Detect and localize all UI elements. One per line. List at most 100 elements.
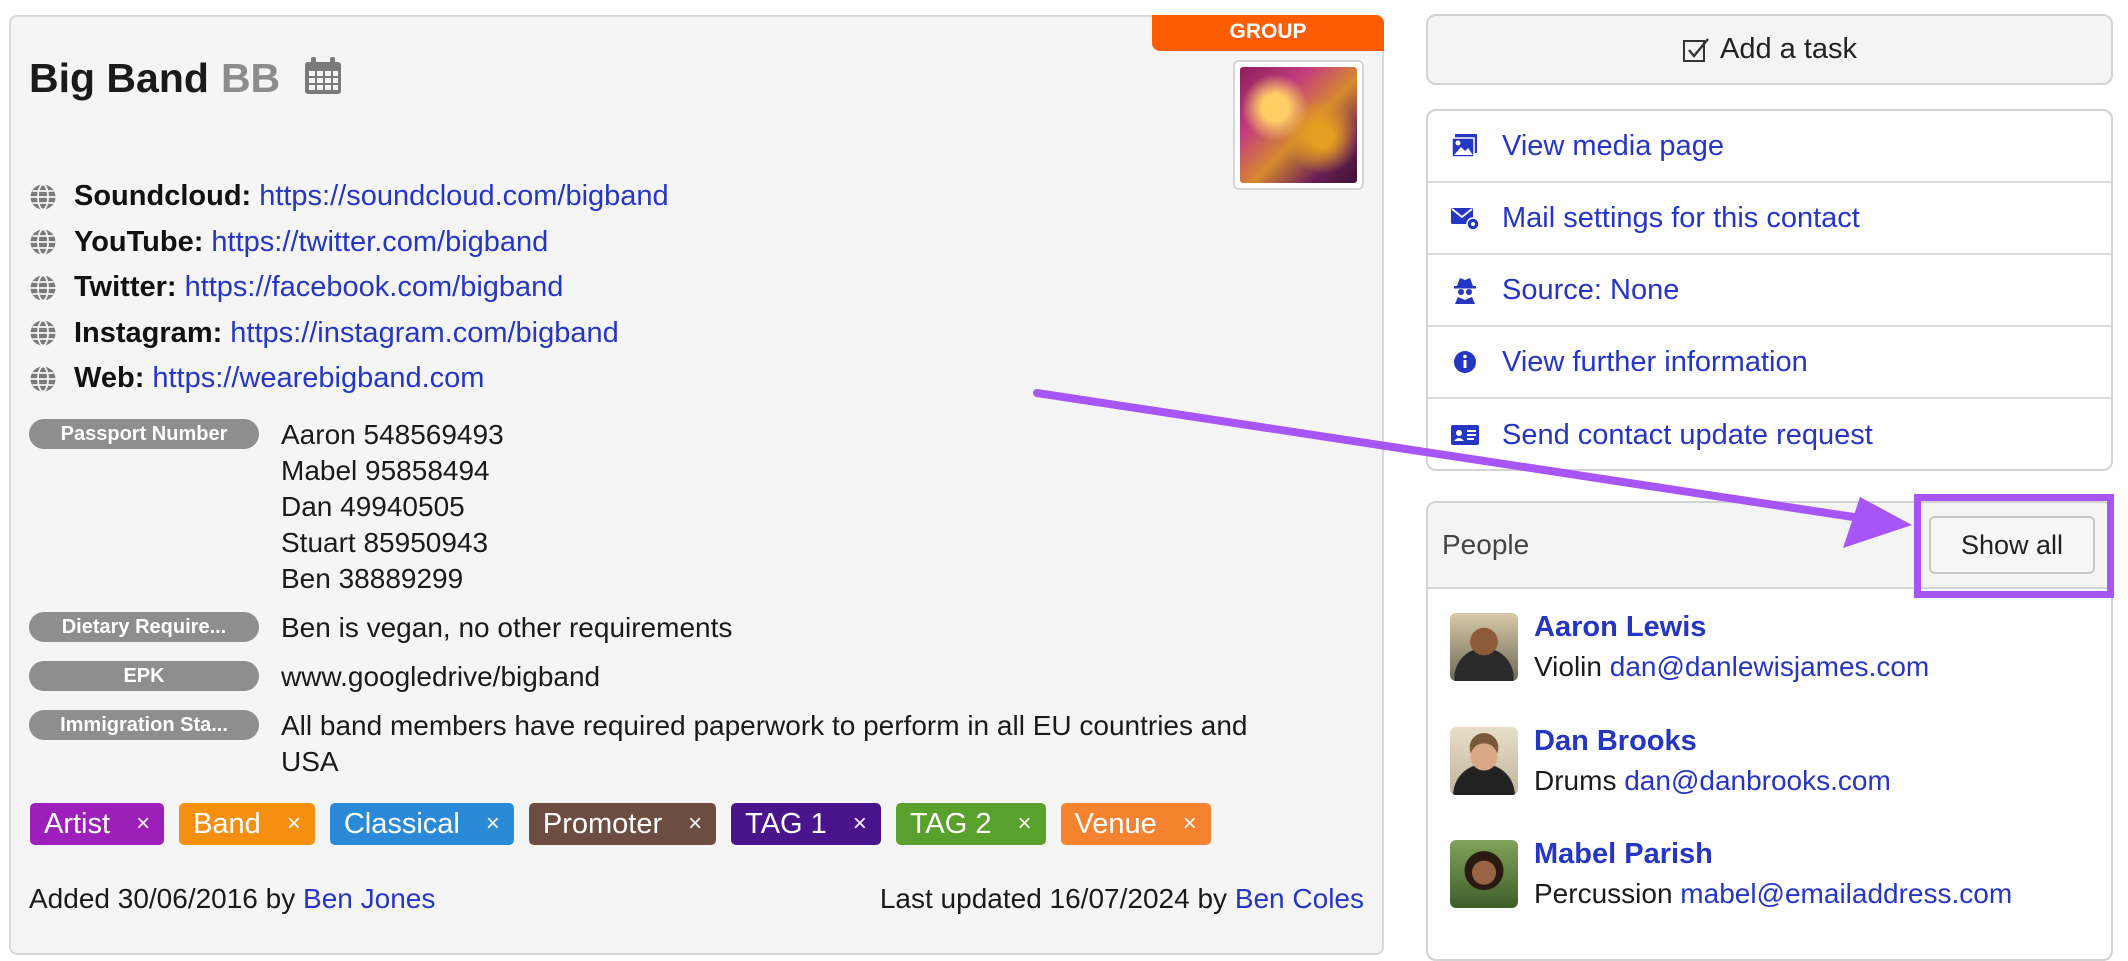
- remove-tag-icon[interactable]: ×: [1017, 810, 1031, 838]
- tag-promoter[interactable]: Promoter ×: [528, 803, 717, 845]
- globe-icon: [30, 183, 56, 211]
- person-name-link[interactable]: Dan Brooks: [1534, 721, 1891, 761]
- field-epk: EPK www.googledrive/bigband: [29, 659, 1369, 695]
- remove-tag-icon[interactable]: ×: [136, 810, 150, 838]
- immigration-line: USA: [281, 746, 339, 777]
- link-label: Web:: [74, 362, 145, 395]
- menu-item-label: View media page: [1502, 129, 1724, 162]
- link-row-twitter: Twitter: https://facebook.com/bigband: [29, 265, 669, 311]
- tag-tag1[interactable]: TAG 1 ×: [731, 803, 881, 845]
- globe-icon: [30, 228, 56, 256]
- title-row: Big Band BB: [29, 55, 344, 102]
- passport-entry: Stuart 85950943: [281, 527, 489, 558]
- menu-item-label: Source: None: [1502, 273, 1680, 306]
- person-email-link[interactable]: dan@danbrooks.com: [1624, 765, 1891, 796]
- tag-label: Band: [193, 807, 261, 840]
- globe-icon: [30, 365, 56, 393]
- contact-name: Big Band: [29, 55, 209, 101]
- custom-fields: Passport Number Aaron 548569493 Mabel 95…: [29, 417, 1369, 793]
- person-name-link[interactable]: Mabel Parish: [1534, 834, 2012, 874]
- passport-entry: Dan 49940505: [281, 491, 465, 522]
- menu-view-media-page[interactable]: View media page: [1428, 111, 2111, 183]
- avatar[interactable]: [1450, 613, 1518, 681]
- people-title: People: [1442, 529, 1530, 560]
- menu-source[interactable]: Source: None: [1428, 255, 2111, 327]
- field-value-epk: www.googledrive/bigband: [281, 661, 601, 692]
- person-item: Mabel Parish Percussion mabel@emailaddre…: [1450, 834, 2012, 914]
- tag-label: TAG 2: [909, 807, 992, 840]
- twitter-link[interactable]: https://facebook.com/bigband: [185, 271, 564, 304]
- link-label: Twitter:: [74, 271, 177, 304]
- remove-tag-icon[interactable]: ×: [486, 810, 500, 838]
- spy-icon: [1450, 276, 1480, 304]
- calendar-icon[interactable]: [302, 55, 344, 102]
- avatar[interactable]: [1450, 727, 1518, 795]
- remove-tag-icon[interactable]: ×: [688, 810, 702, 838]
- tag-band[interactable]: Band ×: [179, 803, 315, 845]
- person-item: Aaron Lewis Violin dan@danlewisjames.com: [1450, 607, 1929, 687]
- avatar[interactable]: [1450, 840, 1518, 908]
- link-row-instagram: Instagram: https://instagram.com/bigband: [29, 311, 669, 357]
- link-row-youtube: YouTube: https://twitter.com/bigband: [29, 220, 669, 266]
- field-value-passport: Aaron 548569493 Mabel 95858494 Dan 49940…: [281, 417, 504, 597]
- menu-item-label: View further information: [1502, 345, 1808, 378]
- contact-card: GROUP Big Band BB Soundcloud: https://so…: [9, 15, 1384, 955]
- menu-view-further-information[interactable]: View further information: [1428, 327, 2111, 399]
- added-by-link[interactable]: Ben Jones: [303, 883, 435, 914]
- tag-artist[interactable]: Artist ×: [30, 803, 165, 845]
- field-passport: Passport Number Aaron 548569493 Mabel 95…: [29, 417, 1369, 597]
- tag-venue[interactable]: Venue ×: [1060, 803, 1211, 845]
- added-info: Added 30/06/2016 by Ben Jones: [29, 883, 435, 915]
- web-link[interactable]: https://wearebigband.com: [152, 362, 484, 395]
- mail-settings-icon: [1450, 205, 1480, 231]
- image-icon: [1450, 133, 1480, 159]
- remove-tag-icon[interactable]: ×: [287, 810, 301, 838]
- globe-icon: [30, 274, 56, 302]
- instagram-link[interactable]: https://instagram.com/bigband: [230, 317, 618, 350]
- immigration-line: All band members have required paperwork…: [281, 710, 1248, 741]
- menu-mail-settings[interactable]: Mail settings for this contact: [1428, 183, 2111, 255]
- person-email-link[interactable]: mabel@emailaddress.com: [1680, 878, 2012, 909]
- person-name-link[interactable]: Aaron Lewis: [1534, 607, 1929, 647]
- contact-photo[interactable]: [1233, 60, 1364, 190]
- remove-tag-icon[interactable]: ×: [1183, 810, 1197, 838]
- person-email-link[interactable]: dan@danlewisjames.com: [1610, 651, 1929, 682]
- globe-icon: [30, 319, 56, 347]
- tag-tag2[interactable]: TAG 2 ×: [895, 803, 1046, 845]
- menu-send-update-request[interactable]: Send contact update request: [1428, 399, 2111, 469]
- person-details: Drums dan@danbrooks.com: [1534, 761, 1891, 801]
- added-text: Added 30/06/2016 by: [29, 883, 296, 914]
- group-badge: GROUP: [1152, 15, 1384, 51]
- link-label: YouTube:: [74, 225, 204, 258]
- remove-tag-icon[interactable]: ×: [853, 810, 867, 838]
- youtube-link[interactable]: https://twitter.com/bigband: [211, 226, 548, 259]
- person-role: Percussion: [1534, 878, 1673, 909]
- field-label-dietary: Dietary Require...: [29, 612, 259, 642]
- link-label: Soundcloud:: [74, 180, 252, 213]
- person-details: Percussion mabel@emailaddress.com: [1534, 874, 2012, 914]
- field-value-dietary: Ben is vegan, no other requirements: [281, 612, 733, 643]
- id-card-icon: [1450, 423, 1480, 447]
- link-row-soundcloud: Soundcloud: https://soundcloud.com/bigba…: [29, 174, 669, 220]
- link-row-web: Web: https://wearebigband.com: [29, 356, 669, 402]
- contact-abbreviation: BB: [220, 55, 281, 101]
- person-details: Violin dan@danlewisjames.com: [1534, 647, 1929, 687]
- person-role: Violin: [1534, 651, 1602, 682]
- add-task-button[interactable]: Add a task: [1426, 14, 2113, 85]
- field-label-epk: EPK: [29, 661, 259, 691]
- annotation-highlight-box: [1914, 494, 2114, 598]
- person-info: Mabel Parish Percussion mabel@emailaddre…: [1534, 834, 2012, 914]
- updated-text: Last updated 16/07/2024 by: [879, 883, 1228, 914]
- tag-label: TAG 1: [745, 807, 827, 840]
- soundcloud-link[interactable]: https://soundcloud.com/bigband: [259, 180, 669, 213]
- tag-label: Artist: [44, 807, 111, 840]
- tag-label: Promoter: [542, 807, 663, 840]
- updated-info: Last updated 16/07/2024 by Ben Coles: [880, 883, 1364, 915]
- menu-item-label: Mail settings for this contact: [1502, 201, 1860, 234]
- tag-label: Venue: [1074, 807, 1157, 840]
- person-info: Aaron Lewis Violin dan@danlewisjames.com: [1534, 607, 1929, 687]
- person-info: Dan Brooks Drums dan@danbrooks.com: [1534, 721, 1891, 801]
- updated-by-link[interactable]: Ben Coles: [1235, 883, 1364, 914]
- passport-entry: Ben 38889299: [281, 563, 464, 594]
- tag-classical[interactable]: Classical ×: [329, 803, 514, 845]
